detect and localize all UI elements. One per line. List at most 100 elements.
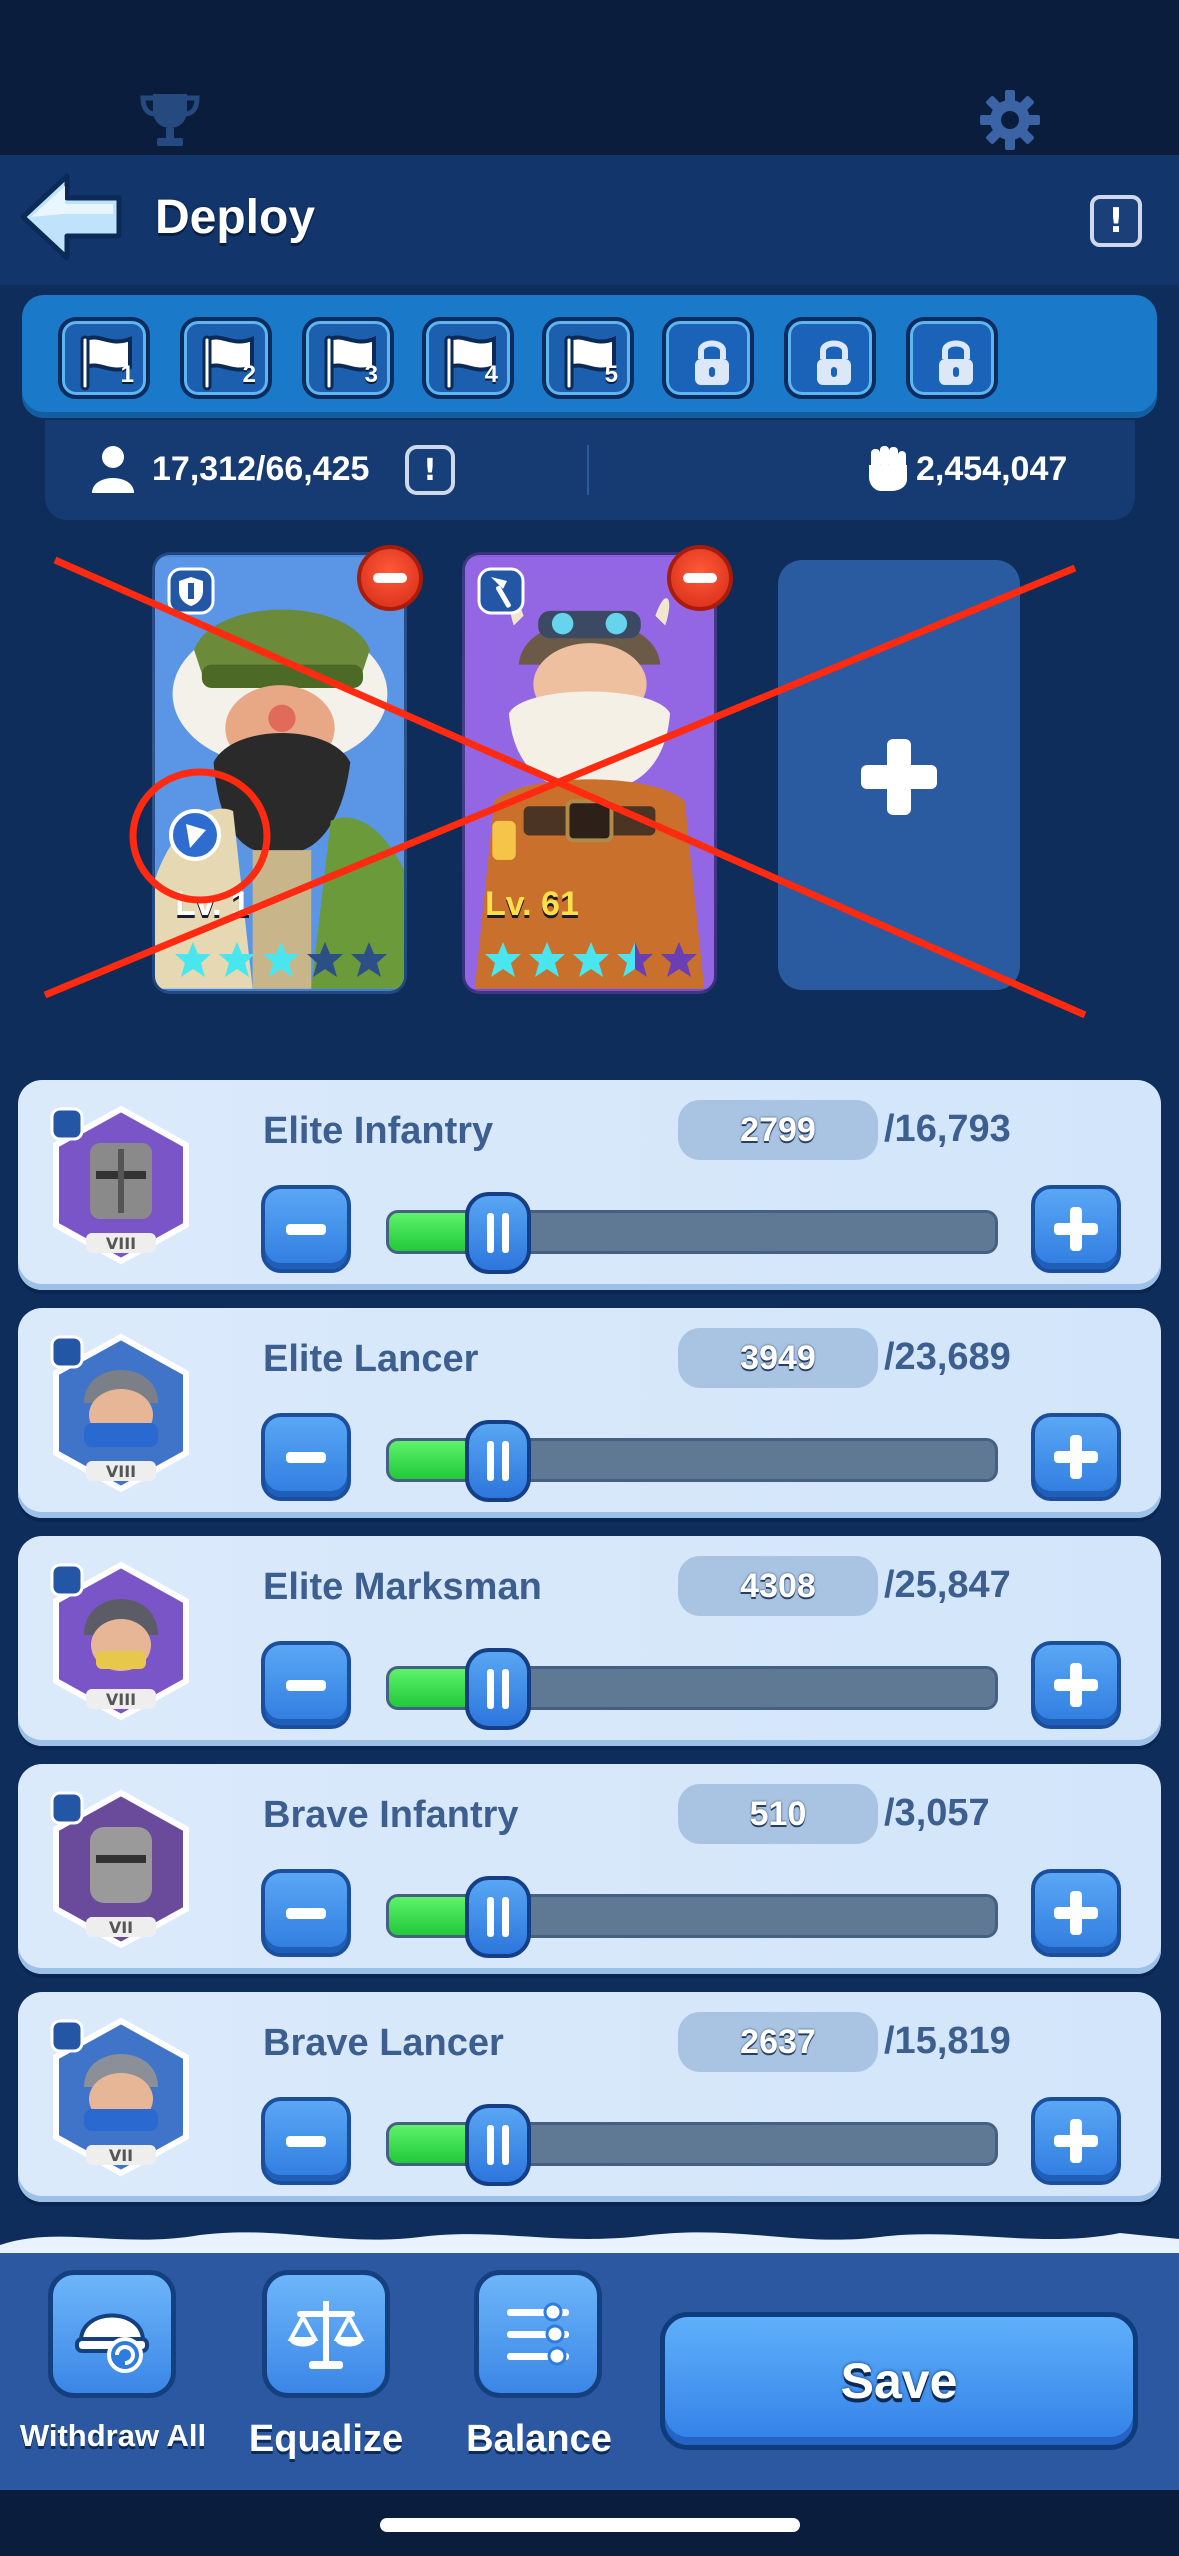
tab-number: 2 xyxy=(242,361,256,388)
increase-button[interactable] xyxy=(1031,1641,1121,1729)
star-half-icon xyxy=(617,942,653,977)
sliders-icon xyxy=(507,2302,569,2366)
tab-formation-2[interactable]: 2 xyxy=(180,317,272,399)
troop-name: Elite Infantry xyxy=(263,1110,494,1152)
svg-text:VII: VII xyxy=(109,1918,133,1937)
tab-number: 1 xyxy=(120,361,134,388)
lance-icon xyxy=(477,567,525,615)
increase-button[interactable] xyxy=(1031,2097,1121,2185)
withdraw-all-label: Withdraw All xyxy=(19,2418,207,2453)
brave-lancer-portrait: VII xyxy=(50,2017,189,2177)
home-indicator[interactable] xyxy=(380,2518,800,2532)
withdraw-all-button[interactable] xyxy=(48,2270,176,2398)
troop-max-count: /15,819 xyxy=(884,2020,1011,2062)
lock-icon xyxy=(939,340,973,385)
troop-count-input[interactable]: 510 xyxy=(678,1784,878,1844)
troop-name: Brave Infantry xyxy=(263,1794,519,1836)
troop-name: Elite Lancer xyxy=(263,1338,479,1380)
tab-formation-5[interactable]: 5 xyxy=(542,317,634,399)
capacity-info-button[interactable]: ! xyxy=(405,445,455,495)
save-button[interactable]: Save xyxy=(660,2312,1138,2450)
troop-name: Elite Marksman xyxy=(263,1566,542,1608)
star-filled-icon xyxy=(175,942,211,977)
slider-thumb[interactable] xyxy=(465,1420,532,1502)
decrease-button[interactable] xyxy=(261,1185,351,1273)
formation-tabs: 1 2 3 4 5 xyxy=(22,295,1157,418)
balance-button[interactable] xyxy=(474,2270,602,2398)
back-arrow-icon[interactable] xyxy=(15,170,125,265)
scales-icon xyxy=(287,2301,365,2369)
troop-row-elite-lancer: VIII Elite Lancer 3949 /23,689 xyxy=(18,1308,1161,1518)
star-filled-icon xyxy=(529,942,565,977)
star-filled-icon xyxy=(263,942,299,977)
troop-count-input[interactable]: 2637 xyxy=(678,2012,878,2072)
tab-formation-locked-6[interactable] xyxy=(662,317,754,399)
troop-max-count: /25,847 xyxy=(884,1564,1011,1606)
tab-formation-locked-7[interactable] xyxy=(784,317,876,399)
page-title: Deploy xyxy=(155,191,316,244)
troop-row-brave-infantry: VII Brave Infantry 510 /3,057 xyxy=(18,1764,1161,1974)
brave-infantry-portrait: VII xyxy=(50,1789,189,1949)
elite-marksman-portrait: VIII xyxy=(50,1561,189,1721)
power-value: 2,454,047 xyxy=(916,450,1068,488)
lock-icon xyxy=(695,340,729,385)
hero-stars xyxy=(173,940,389,980)
tab-formation-locked-8[interactable] xyxy=(906,317,998,399)
slider-thumb[interactable] xyxy=(465,1192,532,1274)
remove-hero-2-button[interactable] xyxy=(667,545,733,611)
balance-label: Balance xyxy=(466,2418,612,2460)
troop-name: Brave Lancer xyxy=(263,2022,504,2064)
tab-formation-1[interactable]: 1 xyxy=(58,317,150,399)
hero-portrait-viking-goggles xyxy=(465,557,714,989)
decrease-button[interactable] xyxy=(261,1641,351,1729)
decrease-button[interactable] xyxy=(261,1869,351,1957)
hero-portrait-bearded-guard xyxy=(155,557,404,989)
hero-card-2[interactable]: Lv. 61 xyxy=(462,552,717,994)
tab-formation-3[interactable]: 3 xyxy=(302,317,394,399)
troop-row-elite-marksman: VIII Elite Marksman 4308 /25,847 xyxy=(18,1536,1161,1746)
tab-formation-4[interactable]: 4 xyxy=(422,317,514,399)
plus-icon xyxy=(861,739,937,815)
star-empty-icon xyxy=(351,942,387,977)
trophy-icon[interactable] xyxy=(135,90,205,150)
increase-button[interactable] xyxy=(1031,1869,1121,1957)
decrease-button[interactable] xyxy=(261,1413,351,1501)
troop-row-elite-infantry: VIII Elite Infantry 2799 /16,793 xyxy=(18,1080,1161,1290)
info-button[interactable]: ! xyxy=(1090,195,1142,247)
troop-max-count: /3,057 xyxy=(884,1792,990,1834)
snow-edge-decoration xyxy=(0,2232,1179,2253)
hero-card-1[interactable]: Lv. 1 xyxy=(152,552,407,994)
svg-text:VIII: VIII xyxy=(106,1690,136,1709)
slider-thumb[interactable] xyxy=(465,1648,532,1730)
troop-count-input[interactable]: 4308 xyxy=(678,1556,878,1616)
troop-max-count: /16,793 xyxy=(884,1108,1011,1150)
tab-number: 5 xyxy=(604,361,618,388)
save-label: Save xyxy=(840,2353,958,2409)
troop-capacity-value: 17,312/66,425 xyxy=(152,450,370,488)
power-fist-icon xyxy=(869,446,907,491)
increase-button[interactable] xyxy=(1031,1413,1121,1501)
decrease-button[interactable] xyxy=(261,2097,351,2185)
troop-capacity-icon xyxy=(92,446,134,493)
troop-count-input[interactable]: 3949 xyxy=(678,1328,878,1388)
lock-icon xyxy=(817,340,851,385)
increase-button[interactable] xyxy=(1031,1185,1121,1273)
stats-divider xyxy=(587,445,589,495)
troop-count-input[interactable]: 2799 xyxy=(678,1100,878,1160)
gear-icon[interactable] xyxy=(975,85,1045,155)
remove-hero-1-button[interactable] xyxy=(357,545,423,611)
slider-thumb[interactable] xyxy=(465,1876,532,1958)
svg-text:VII: VII xyxy=(109,2146,133,2165)
troop-max-count: /23,689 xyxy=(884,1336,1011,1378)
hero-level: Lv. 61 xyxy=(485,885,579,923)
star-filled-icon xyxy=(485,942,521,977)
equalize-button[interactable] xyxy=(262,2270,390,2398)
tab-number: 3 xyxy=(364,361,378,388)
helmet-withdraw-icon xyxy=(75,2313,149,2373)
troop-row-brave-lancer: VII Brave Lancer 2637 /15,819 xyxy=(18,1992,1161,2202)
star-empty-icon xyxy=(661,942,697,977)
star-empty-icon xyxy=(307,942,343,977)
slider-thumb[interactable] xyxy=(465,2104,532,2186)
hero-stars xyxy=(483,940,699,980)
skill-badge-icon[interactable] xyxy=(160,800,230,870)
